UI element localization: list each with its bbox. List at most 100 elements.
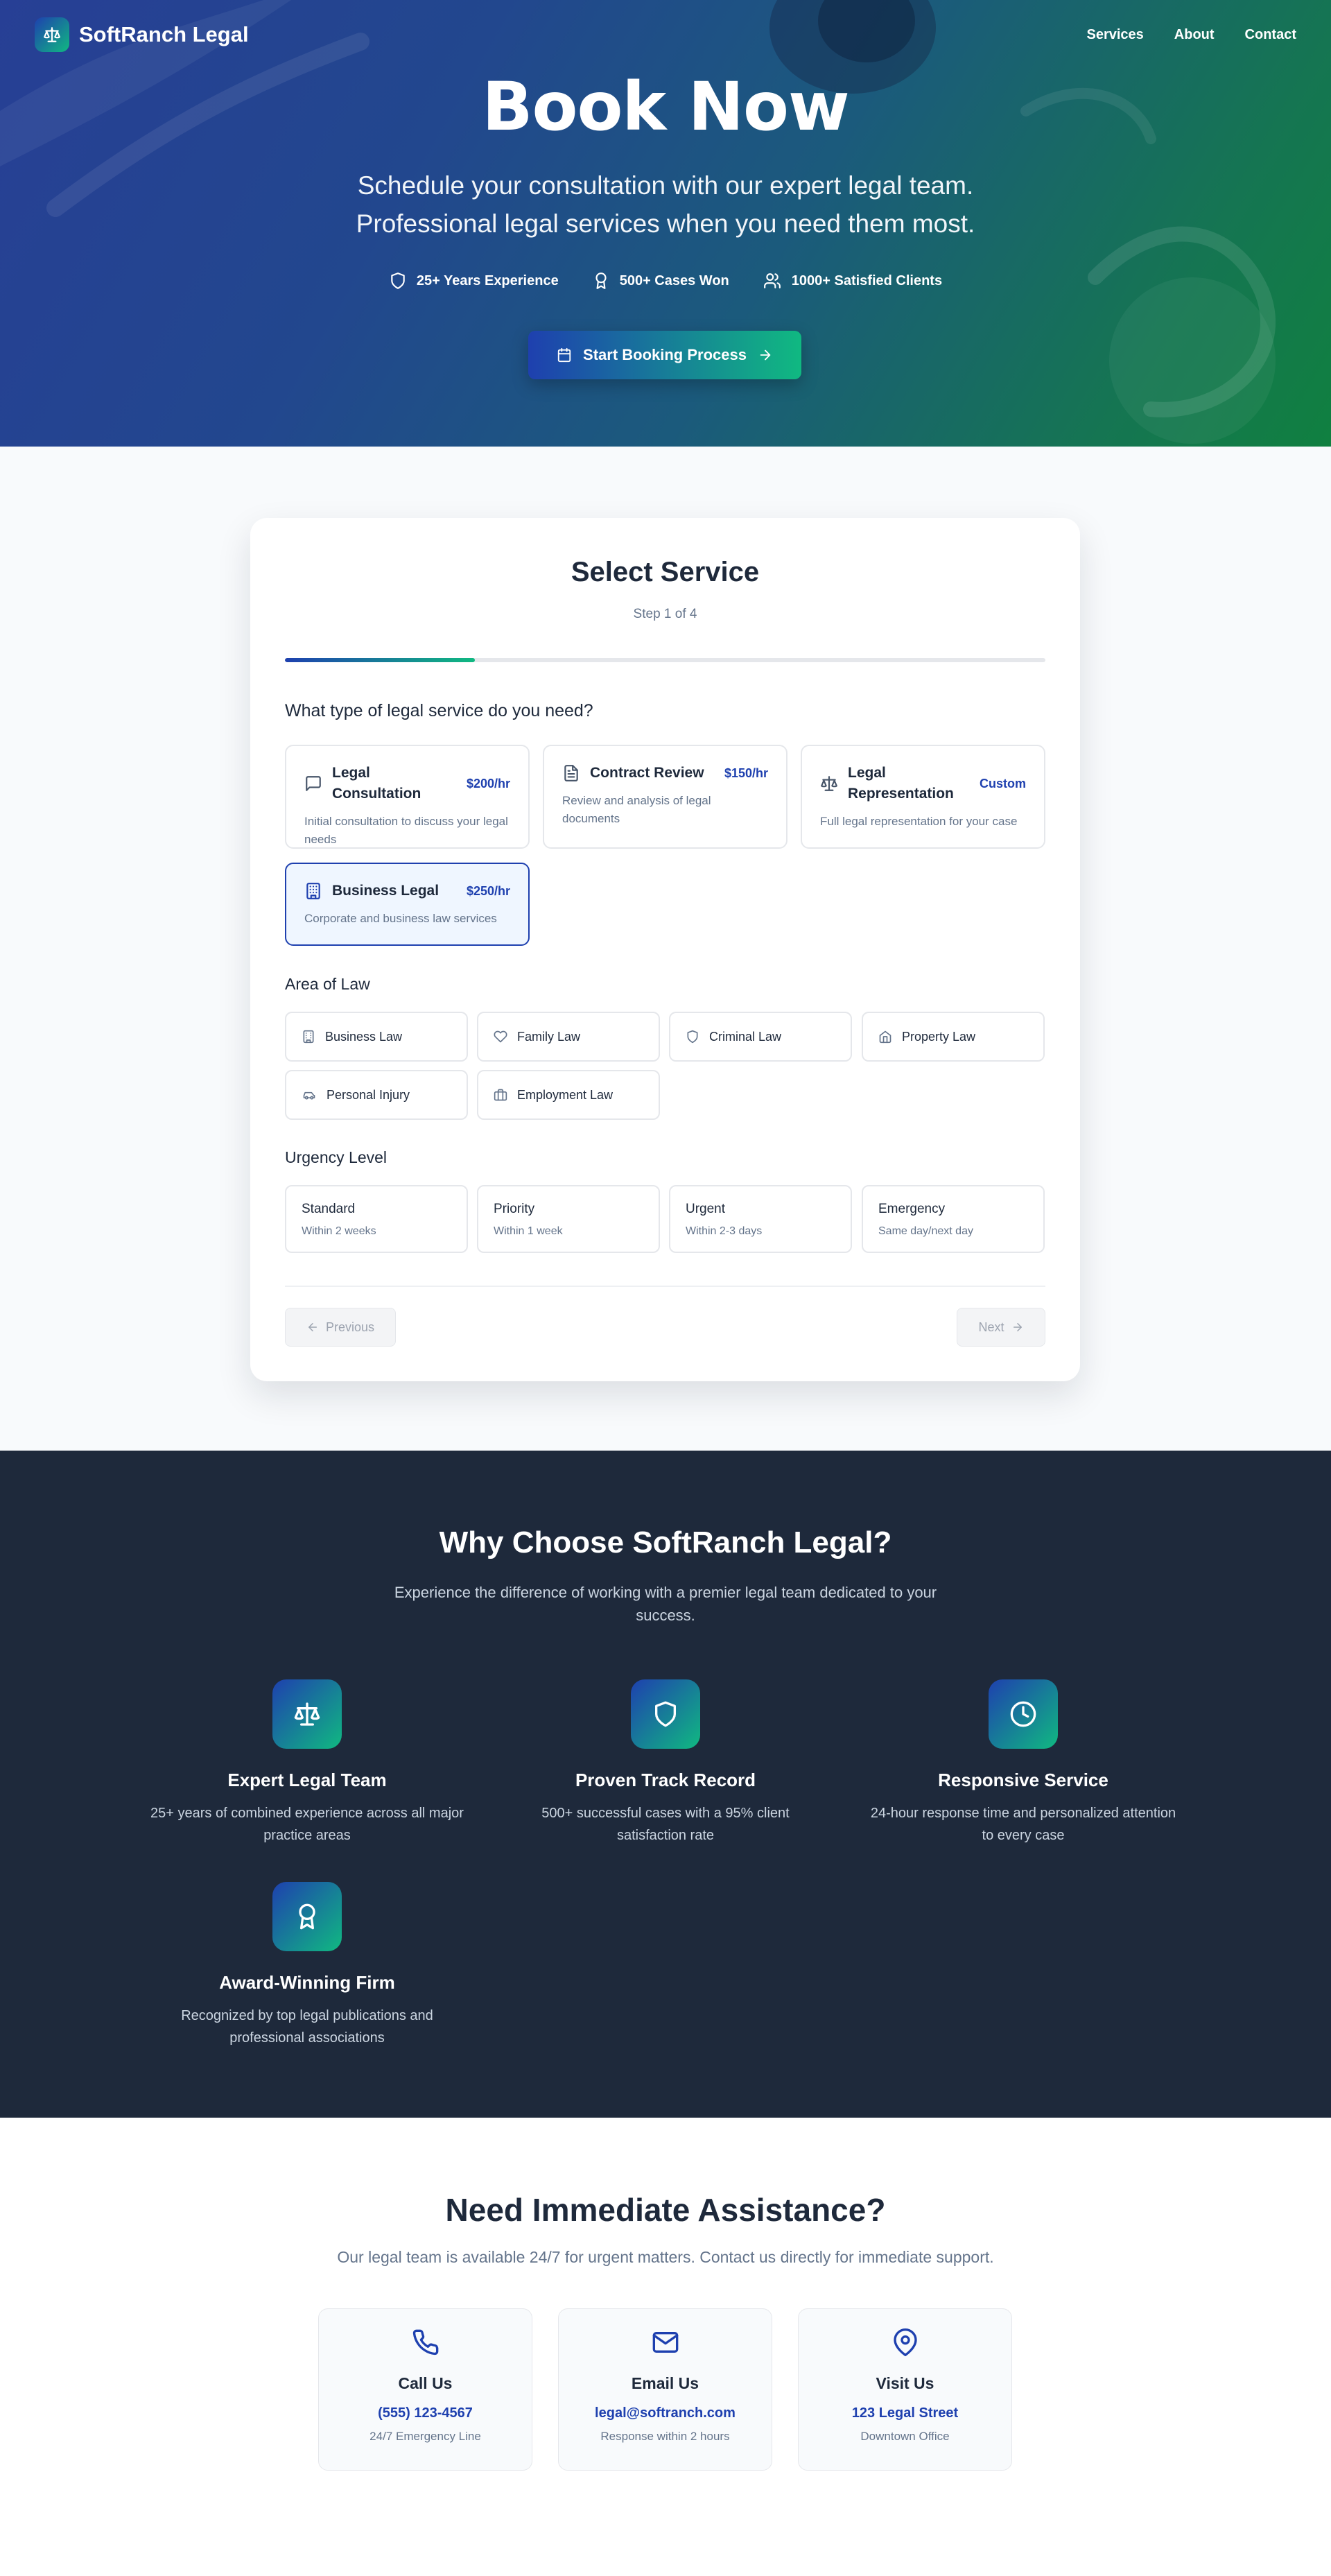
progress-bar bbox=[285, 658, 1045, 662]
urgency-subtitle: Within 2-3 days bbox=[686, 1225, 763, 1237]
scale-icon bbox=[272, 1679, 342, 1749]
feature-title: Expert Legal Team bbox=[227, 1770, 387, 1790]
building-icon bbox=[302, 1030, 315, 1044]
area-option-property-law[interactable]: Property Law bbox=[862, 1012, 1045, 1062]
car-icon bbox=[302, 1088, 317, 1102]
shield-icon bbox=[389, 272, 407, 290]
feature-description: 25+ years of combined experience across … bbox=[150, 1806, 464, 1843]
message-icon bbox=[304, 775, 322, 793]
area-label: Personal Injury bbox=[327, 1087, 410, 1102]
contact-section: Need Immediate Assistance? Our legal tea… bbox=[0, 2118, 1331, 2576]
arrow-left-icon bbox=[306, 1321, 319, 1333]
contact-lead: Our legal team is available 24/7 for urg… bbox=[337, 2248, 994, 2266]
hero-subtitle-line: Schedule your consultation with our expe… bbox=[357, 171, 974, 200]
nav-link-about[interactable]: About bbox=[1174, 27, 1215, 43]
previous-button[interactable]: Previous bbox=[285, 1308, 396, 1347]
address-link[interactable]: 123 Legal Street bbox=[799, 2405, 1011, 2421]
urgency-title: Standard bbox=[302, 1202, 356, 1216]
service-name: Contract Review bbox=[590, 765, 704, 781]
brand-name: SoftRanch Legal bbox=[79, 22, 249, 46]
shield-icon bbox=[631, 1679, 700, 1749]
document-icon bbox=[562, 764, 580, 782]
hero-subtitle-line: Professional legal services when you nee… bbox=[356, 209, 975, 238]
phone-icon bbox=[319, 2328, 532, 2356]
area-option-personal-injury[interactable]: Personal Injury bbox=[285, 1070, 468, 1120]
service-price: $200/hr bbox=[466, 776, 510, 790]
cta-label: Start Booking Process bbox=[583, 346, 747, 363]
phone-link[interactable]: (555) 123-4567 bbox=[319, 2405, 532, 2421]
area-option-family-law[interactable]: Family Law bbox=[477, 1012, 660, 1062]
calendar-icon bbox=[557, 347, 572, 363]
booking-title: Select Service bbox=[571, 557, 760, 587]
mail-icon bbox=[559, 2328, 772, 2356]
urgency-option-standard[interactable]: Standard Within 2 weeks bbox=[285, 1185, 468, 1253]
service-description: Initial consultation to discuss your leg… bbox=[304, 815, 508, 846]
feature-description: 24-hour response time and personalized a… bbox=[870, 1806, 1176, 1843]
area-label: Property Law bbox=[902, 1029, 976, 1044]
service-option-legal-consultation[interactable]: Legal Consultation $200/hr Initial consu… bbox=[285, 745, 530, 849]
form-divider bbox=[285, 1286, 1045, 1287]
next-button[interactable]: Next bbox=[957, 1308, 1045, 1347]
clock-icon bbox=[989, 1679, 1058, 1749]
award-icon bbox=[272, 1882, 342, 1951]
nav-links: Services About Contact bbox=[1086, 27, 1296, 43]
urgency-title: Emergency bbox=[878, 1202, 946, 1216]
service-option-contract-review[interactable]: Contract Review $150/hr Review and analy… bbox=[543, 745, 788, 849]
stat-label: 500+ Cases Won bbox=[619, 273, 729, 288]
contact-card-subtitle: Downtown Office bbox=[860, 2430, 950, 2443]
area-of-law-label: Area of Law bbox=[285, 975, 370, 993]
stat-label: 25+ Years Experience bbox=[416, 273, 559, 288]
urgency-subtitle: Within 2 weeks bbox=[302, 1225, 376, 1237]
start-booking-button[interactable]: Start Booking Process bbox=[528, 331, 801, 379]
why-choose-section: Why Choose SoftRanch Legal? Experience t… bbox=[0, 1451, 1331, 2118]
why-title: Why Choose SoftRanch Legal? bbox=[439, 1525, 892, 1559]
urgency-subtitle: Same day/next day bbox=[878, 1225, 973, 1237]
email-link[interactable]: legal@softranch.com bbox=[559, 2405, 772, 2421]
hero-title: Book Now bbox=[482, 68, 849, 146]
feature-card: Award-Winning Firm Recognized by top leg… bbox=[141, 1882, 473, 2049]
service-name: Business Legal bbox=[332, 883, 440, 899]
urgency-level-label: Urgency Level bbox=[285, 1148, 388, 1166]
contact-card-visit[interactable]: Visit Us 123 Legal Street Downtown Offic… bbox=[798, 2308, 1012, 2471]
service-description: Corporate and business law services bbox=[304, 912, 497, 925]
top-navigation: SoftRanch Legal Services About Contact bbox=[0, 0, 1331, 69]
service-option-legal-representation[interactable]: Legal Representation Custom Full legal r… bbox=[801, 745, 1045, 849]
contact-card-title: Visit Us bbox=[876, 2374, 934, 2392]
area-option-employment-law[interactable]: Employment Law bbox=[477, 1070, 660, 1120]
nav-link-services[interactable]: Services bbox=[1086, 27, 1143, 43]
contact-card-email[interactable]: Email Us legal@softranch.com Response wi… bbox=[558, 2308, 772, 2471]
urgency-subtitle: Within 1 week bbox=[494, 1225, 563, 1237]
service-description: Review and analysis of legal documents bbox=[562, 794, 711, 825]
stat-cases: 500+ Cases Won bbox=[592, 272, 729, 290]
service-option-business-legal[interactable]: Business Legal $250/hr Corporate and bus… bbox=[285, 863, 530, 946]
feature-card: Expert Legal Team 25+ years of combined … bbox=[141, 1679, 473, 1847]
briefcase-icon bbox=[494, 1088, 507, 1102]
why-lead: Experience the difference of working wit… bbox=[394, 1584, 937, 1624]
brand[interactable]: SoftRanch Legal bbox=[35, 17, 249, 52]
area-option-business-law[interactable]: Business Law bbox=[285, 1012, 468, 1062]
urgency-option-priority[interactable]: Priority Within 1 week bbox=[477, 1185, 660, 1253]
home-icon bbox=[878, 1030, 892, 1044]
contact-card-call[interactable]: Call Us (555) 123-4567 24/7 Emergency Li… bbox=[318, 2308, 532, 2471]
feature-title: Responsive Service bbox=[938, 1770, 1108, 1790]
feature-description: Recognized by top legal publications and… bbox=[181, 2008, 433, 2046]
service-price: $150/hr bbox=[724, 766, 768, 780]
booking-card: Select Service Step 1 of 4 What type of … bbox=[250, 518, 1080, 1381]
urgency-option-emergency[interactable]: Emergency Same day/next day bbox=[862, 1185, 1045, 1253]
service-name: Legal Representation bbox=[848, 765, 954, 802]
contact-card-subtitle: Response within 2 hours bbox=[600, 2430, 730, 2443]
progress-fill bbox=[285, 658, 476, 662]
arrow-right-icon bbox=[1011, 1321, 1024, 1333]
contact-card-title: Email Us bbox=[631, 2374, 699, 2392]
urgency-option-urgent[interactable]: Urgent Within 2-3 days bbox=[669, 1185, 852, 1253]
service-question: What type of legal service do you need? bbox=[285, 701, 593, 720]
area-label: Criminal Law bbox=[709, 1029, 782, 1044]
building-icon bbox=[304, 882, 322, 900]
hero-stats: 25+ Years Experience 500+ Cases Won 1000… bbox=[0, 272, 1331, 290]
nav-link-contact[interactable]: Contact bbox=[1245, 27, 1296, 43]
contact-card-subtitle: 24/7 Emergency Line bbox=[369, 2430, 481, 2443]
next-label: Next bbox=[978, 1320, 1004, 1334]
area-option-criminal-law[interactable]: Criminal Law bbox=[669, 1012, 852, 1062]
hero-subtitle: Schedule your consultation with our expe… bbox=[0, 166, 1331, 243]
service-description: Full legal representation for your case bbox=[820, 815, 1018, 828]
